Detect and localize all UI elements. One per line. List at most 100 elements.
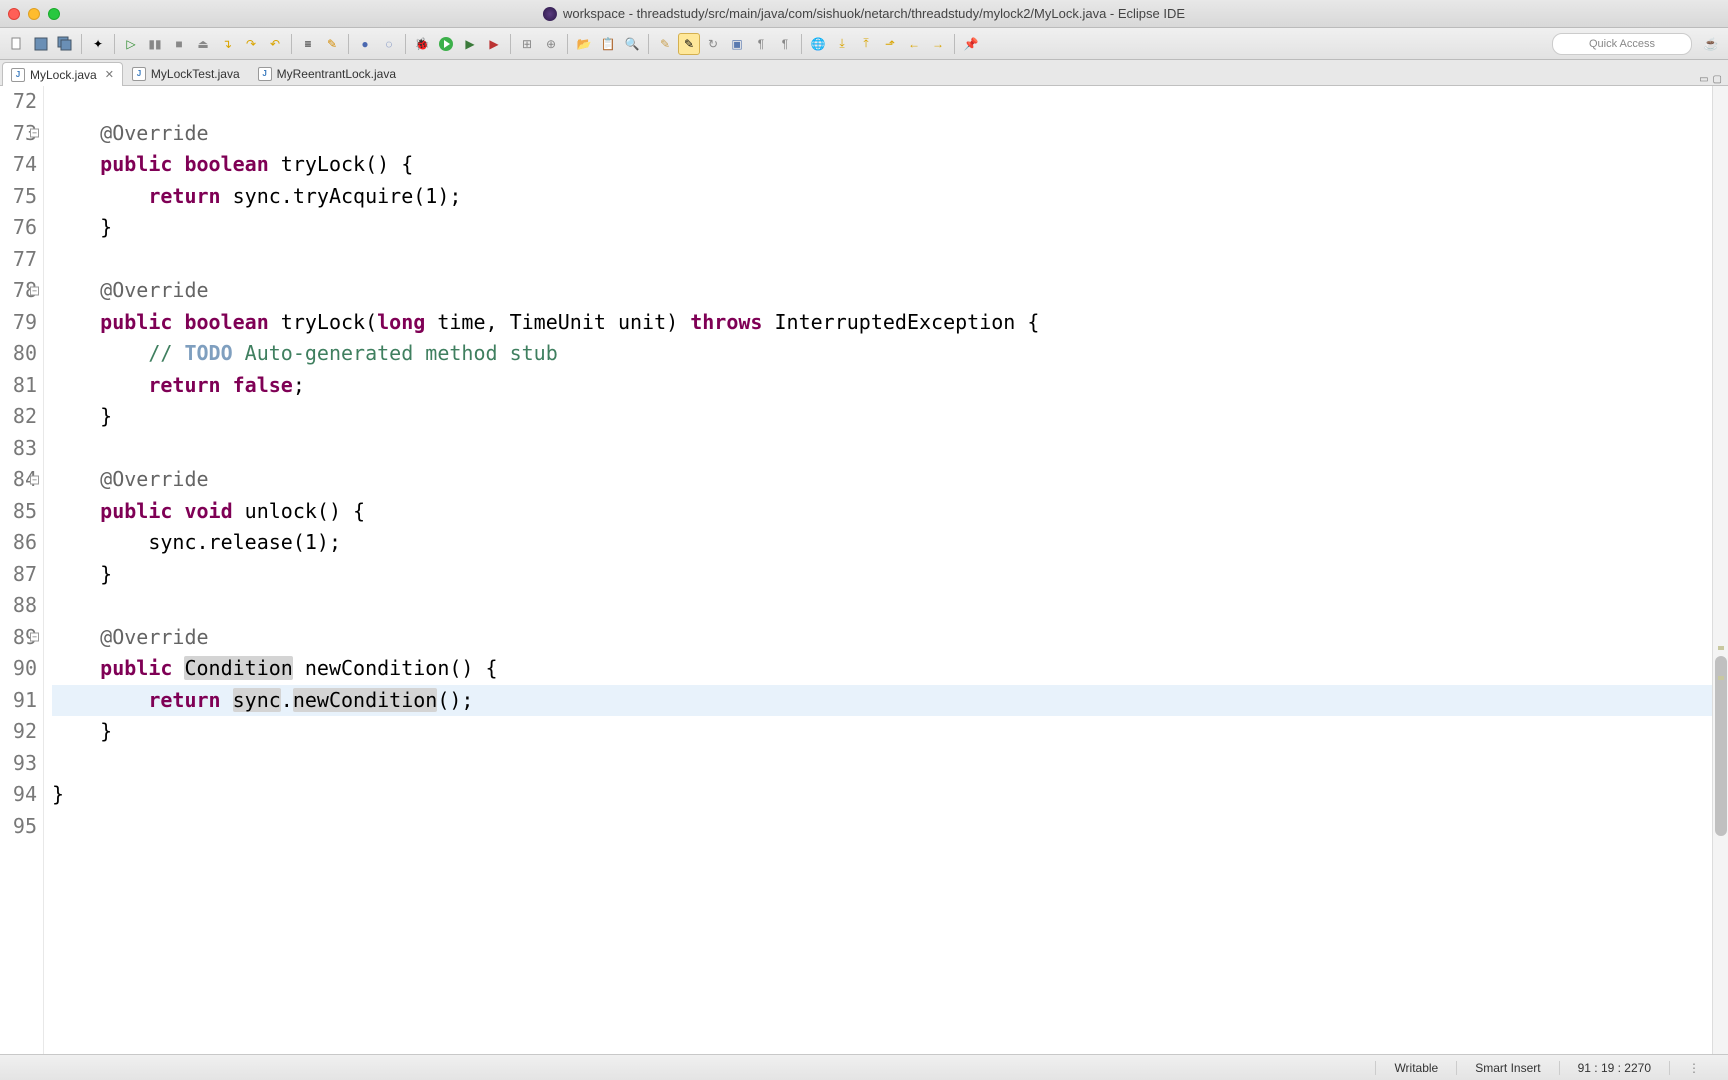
scrollbar-thumb[interactable] [1715,656,1727,836]
back-icon[interactable]: ← [903,33,925,55]
tab-mylocktest[interactable]: J MyLockTest.java [123,61,249,85]
skip-breakpoints-icon[interactable]: ◌ [378,33,400,55]
quick-access-input[interactable]: Quick Access [1552,33,1692,55]
forward-icon[interactable]: → [927,33,949,55]
align-icon[interactable]: ≡ [297,33,319,55]
code-line [52,433,1712,465]
code-line [52,748,1712,780]
fold-toggle-icon[interactable]: − [30,129,39,138]
status-menu-icon[interactable]: ⋮ [1669,1061,1718,1075]
code-line: public boolean tryLock() { [52,149,1712,181]
line-number-gutter: 7273−7475767778−798081828384−8586878889−… [0,86,44,1054]
code-line: @Override [52,118,1712,150]
toolbar-separator [348,34,349,54]
status-cursor-position: 91 : 19 : 2270 [1559,1061,1669,1075]
tab-label: MyLock.java [30,68,97,82]
resume-icon[interactable]: ▷ [120,33,142,55]
toolbar-separator [114,34,115,54]
close-window-icon[interactable] [8,8,20,20]
code-line [52,811,1712,843]
java-file-icon: J [11,68,25,82]
tab-mylock[interactable]: J MyLock.java ✕ [2,62,123,86]
code-line: return sync.tryAcquire(1); [52,181,1712,213]
show-whitespace-icon[interactable]: ¶ [750,33,772,55]
fold-toggle-icon[interactable]: − [30,286,39,295]
toolbar-separator [510,34,511,54]
stop-icon[interactable]: ■ [168,33,190,55]
refresh-icon[interactable]: ↻ [702,33,724,55]
toolbar-separator [567,34,568,54]
title-bar: workspace - threadstudy/src/main/java/co… [0,0,1728,28]
step-return-icon[interactable]: ↶ [264,33,286,55]
perspective-icon[interactable]: ☕ [1700,33,1722,55]
minimize-view-icon[interactable]: ▭ [1699,74,1708,85]
run-icon[interactable] [435,33,457,55]
toggle-highlight-icon[interactable]: ✎ [678,33,700,55]
new-icon[interactable] [6,33,28,55]
editor-area[interactable]: 7273−7475767778−798081828384−8586878889−… [0,86,1728,1054]
close-icon[interactable]: ✕ [105,68,114,81]
step-over-icon[interactable]: ↷ [240,33,262,55]
maximize-view-icon[interactable]: ▢ [1713,74,1722,85]
last-edit-icon[interactable]: ⬏ [879,33,901,55]
maximize-window-icon[interactable] [48,8,60,20]
new-java-project-icon[interactable]: ⊞ [516,33,538,55]
window-controls [8,8,60,20]
code-line [52,590,1712,622]
overview-ruler[interactable] [1712,86,1728,1054]
save-all-icon[interactable] [54,33,76,55]
save-icon[interactable] [30,33,52,55]
code-line: @Override [52,622,1712,654]
toolbar-separator [954,34,955,54]
code-line-current: return sync.newCondition(); [52,685,1712,717]
status-writable: Writable [1375,1061,1456,1075]
step-into-icon[interactable]: ↴ [216,33,238,55]
fold-toggle-icon[interactable]: − [30,475,39,484]
code-line: sync.release(1); [52,527,1712,559]
fold-toggle-icon[interactable]: − [30,633,39,642]
pin-icon[interactable]: 📌 [960,33,982,55]
external-tools-icon[interactable]: ▶ [483,33,505,55]
tab-label: MyReentrantLock.java [277,67,396,81]
code-line: } [52,212,1712,244]
disconnect-icon[interactable]: ⏏ [192,33,214,55]
code-line: } [52,779,1712,811]
search-icon[interactable]: 🔍 [621,33,643,55]
toolbar-separator [648,34,649,54]
pilcrow-icon[interactable]: ¶ [774,33,796,55]
highlight-icon[interactable]: ✎ [321,33,343,55]
java-file-icon: J [258,67,272,81]
prev-annotation-icon[interactable]: ⤒ [855,33,877,55]
open-type-icon[interactable]: 📂 [573,33,595,55]
toolbar-separator [291,34,292,54]
code-line [52,86,1712,118]
tab-myreentrantlock[interactable]: J MyReentrantLock.java [249,61,405,85]
new-package-icon[interactable]: ⊕ [540,33,562,55]
toggle-mark-icon[interactable]: ✎ [654,33,676,55]
main-toolbar: ✦ ▷ ▮▮ ■ ⏏ ↴ ↷ ↶ ≡ ✎ ● ◌ 🐞 ▶ ▶ ⊞ ⊕ 📂 📋 🔍… [0,28,1728,60]
minimize-window-icon[interactable] [28,8,40,20]
status-bar: Writable Smart Insert 91 : 19 : 2270 ⋮ [0,1054,1728,1080]
pause-icon[interactable]: ▮▮ [144,33,166,55]
code-line: public Condition newCondition() { [52,653,1712,685]
status-insert-mode: Smart Insert [1456,1061,1558,1075]
code-line: // TODO Auto-generated method stub [52,338,1712,370]
toolbar-separator [81,34,82,54]
code-line: return false; [52,370,1712,402]
coverage-icon[interactable]: ▶ [459,33,481,55]
web-icon[interactable]: 🌐 [807,33,829,55]
open-task-icon[interactable]: 📋 [597,33,619,55]
code-line: } [52,401,1712,433]
breakpoint-icon[interactable]: ● [354,33,376,55]
toggle-block-icon[interactable]: ▣ [726,33,748,55]
code-line: } [52,559,1712,591]
code-line: public boolean tryLock(long time, TimeUn… [52,307,1712,339]
code-editor[interactable]: @Override public boolean tryLock() { ret… [44,86,1712,1054]
code-line [52,244,1712,276]
wand-icon[interactable]: ✦ [87,33,109,55]
java-file-icon: J [132,67,146,81]
tab-controls: ▭ ▢ [1699,74,1728,85]
window-title: workspace - threadstudy/src/main/java/co… [543,6,1185,21]
next-annotation-icon[interactable]: ⤓ [831,33,853,55]
debug-icon[interactable]: 🐞 [411,33,433,55]
